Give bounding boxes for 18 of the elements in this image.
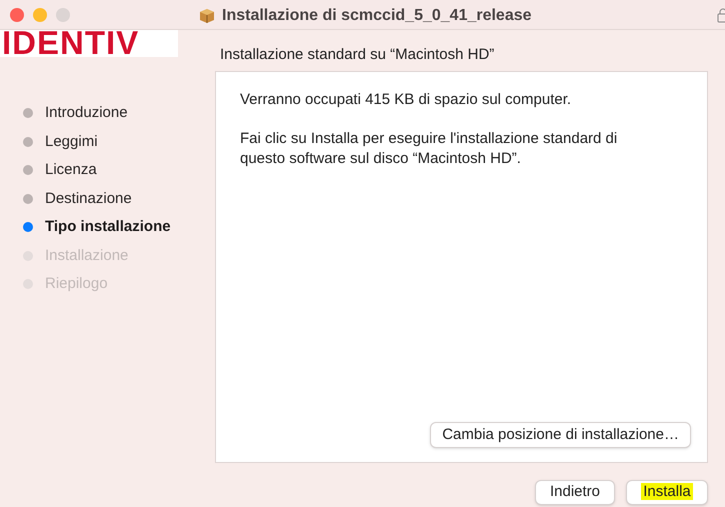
package-icon [198,7,216,25]
step-label: Licenza [45,160,97,180]
zoom-button[interactable] [56,8,70,22]
minimize-button[interactable] [33,8,47,22]
logo: IDENTIV [0,29,178,57]
dialog-button[interactable]: Indietro [535,480,615,505]
section-heading: Installazione standard su “Macintosh HD” [219,45,496,65]
body-text: Verranno occupati 415 KB di spazio sul computer. [240,90,572,110]
step-label: Introduzione [45,103,128,123]
lock-icon [717,8,725,24]
dialog-button[interactable]: Installa [626,480,708,505]
step-label: Leggimi [45,132,98,152]
change-location-button[interactable]: Cambia posizione di installazione… [430,422,691,448]
step-label: Tipo installazione [45,217,171,237]
close-button[interactable] [10,8,24,22]
step-label: Destinazione [45,188,132,208]
window-title: Installazione di scmccid_5_0_41_release [222,6,532,26]
body-text: Fai clic su Installa per eseguire l'installazione standard di questo software sul disco “Macintosh HD”. [240,129,618,169]
